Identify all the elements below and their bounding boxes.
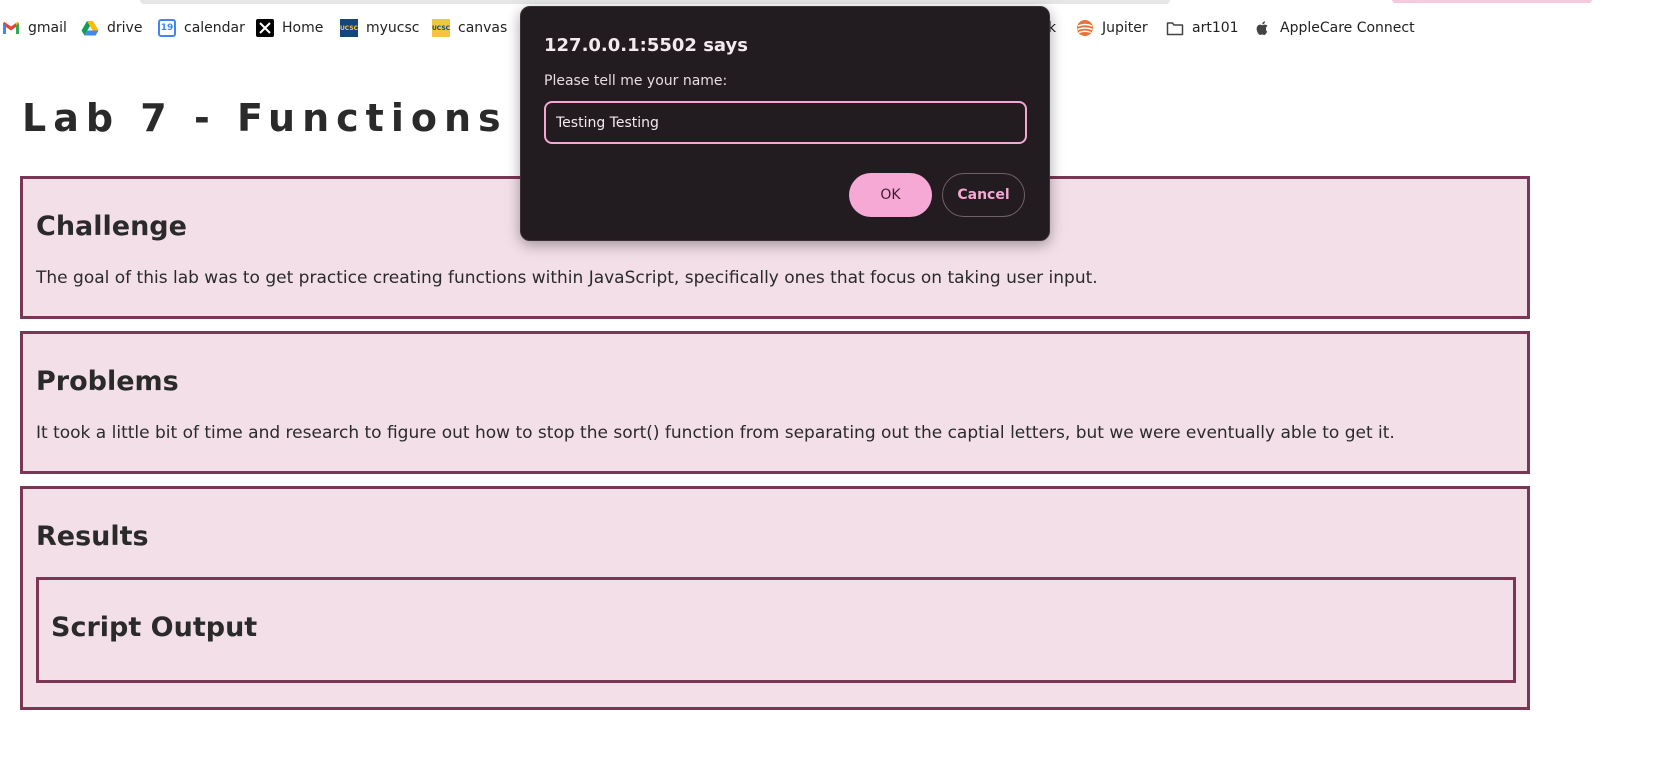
- bookmark-jupiter[interactable]: Jupiter: [1076, 17, 1148, 39]
- bookmark-myucsc[interactable]: UCSC myucsc: [340, 17, 419, 39]
- challenge-heading: Challenge: [36, 211, 187, 242]
- script-output-heading: Script Output: [51, 612, 258, 643]
- dialog-title: 127.0.0.1:5502 says: [544, 35, 748, 56]
- script-output-box: Script Output: [36, 577, 1516, 683]
- prompt-dialog: 127.0.0.1:5502 says Please tell me your …: [520, 6, 1050, 241]
- bookmark-home[interactable]: Home: [256, 17, 323, 39]
- bookmark-applecare[interactable]: AppleCare Connect: [1254, 17, 1415, 39]
- challenge-text: The goal of this lab was to get practice…: [36, 268, 1098, 288]
- bookmark-label: calendar: [184, 20, 245, 36]
- results-heading: Results: [36, 521, 149, 552]
- ok-button[interactable]: OK: [849, 173, 932, 217]
- x-icon: [256, 19, 274, 37]
- calendar-icon-date: 19: [160, 23, 174, 33]
- tab-edge: [1392, 0, 1592, 3]
- bookmark-label: myucsc: [366, 20, 420, 36]
- address-bar-edge: [140, 0, 1170, 4]
- bookmark-label: Home: [282, 20, 324, 36]
- bookmark-art101-folder[interactable]: art101: [1166, 17, 1239, 39]
- bookmark-label: art101: [1192, 20, 1239, 36]
- page-title: Lab 7 - Functions: [22, 96, 508, 140]
- folder-icon: [1166, 19, 1184, 37]
- jupiter-icon: [1076, 19, 1094, 37]
- bookmark-calendar[interactable]: 19 calendar: [158, 17, 245, 39]
- gmail-icon: [2, 19, 20, 37]
- bookmark-canvas[interactable]: UCSC canvas: [432, 17, 507, 39]
- dialog-message: Please tell me your name:: [544, 73, 728, 89]
- ucsc-icon-text: UCSC: [339, 24, 359, 32]
- ucsc-canvas-icon: UCSC: [432, 19, 450, 37]
- canvas-icon-text: UCSC: [431, 24, 451, 32]
- name-input[interactable]: [544, 101, 1027, 144]
- results-section: Results Script Output: [20, 486, 1530, 710]
- apple-icon: [1254, 19, 1272, 37]
- problems-text: It took a little bit of time and researc…: [36, 423, 1395, 443]
- drive-icon: [81, 19, 99, 37]
- cancel-button[interactable]: Cancel: [942, 173, 1025, 217]
- bookmark-label: drive: [107, 20, 143, 36]
- bookmark-label: Jupiter: [1102, 20, 1148, 36]
- ucsc-icon: UCSC: [340, 19, 358, 37]
- bookmark-gmail[interactable]: gmail: [2, 17, 67, 39]
- calendar-icon: 19: [158, 19, 176, 37]
- bookmark-label: canvas: [458, 20, 508, 36]
- bookmark-label: gmail: [28, 20, 67, 36]
- problems-section: Problems It took a little bit of time an…: [20, 331, 1530, 474]
- bookmark-drive[interactable]: drive: [81, 17, 142, 39]
- bookmark-label: AppleCare Connect: [1280, 20, 1415, 36]
- browser-page: gmail drive 19 calendar Home UCSC myucsc…: [0, 0, 1659, 769]
- problems-heading: Problems: [36, 366, 179, 397]
